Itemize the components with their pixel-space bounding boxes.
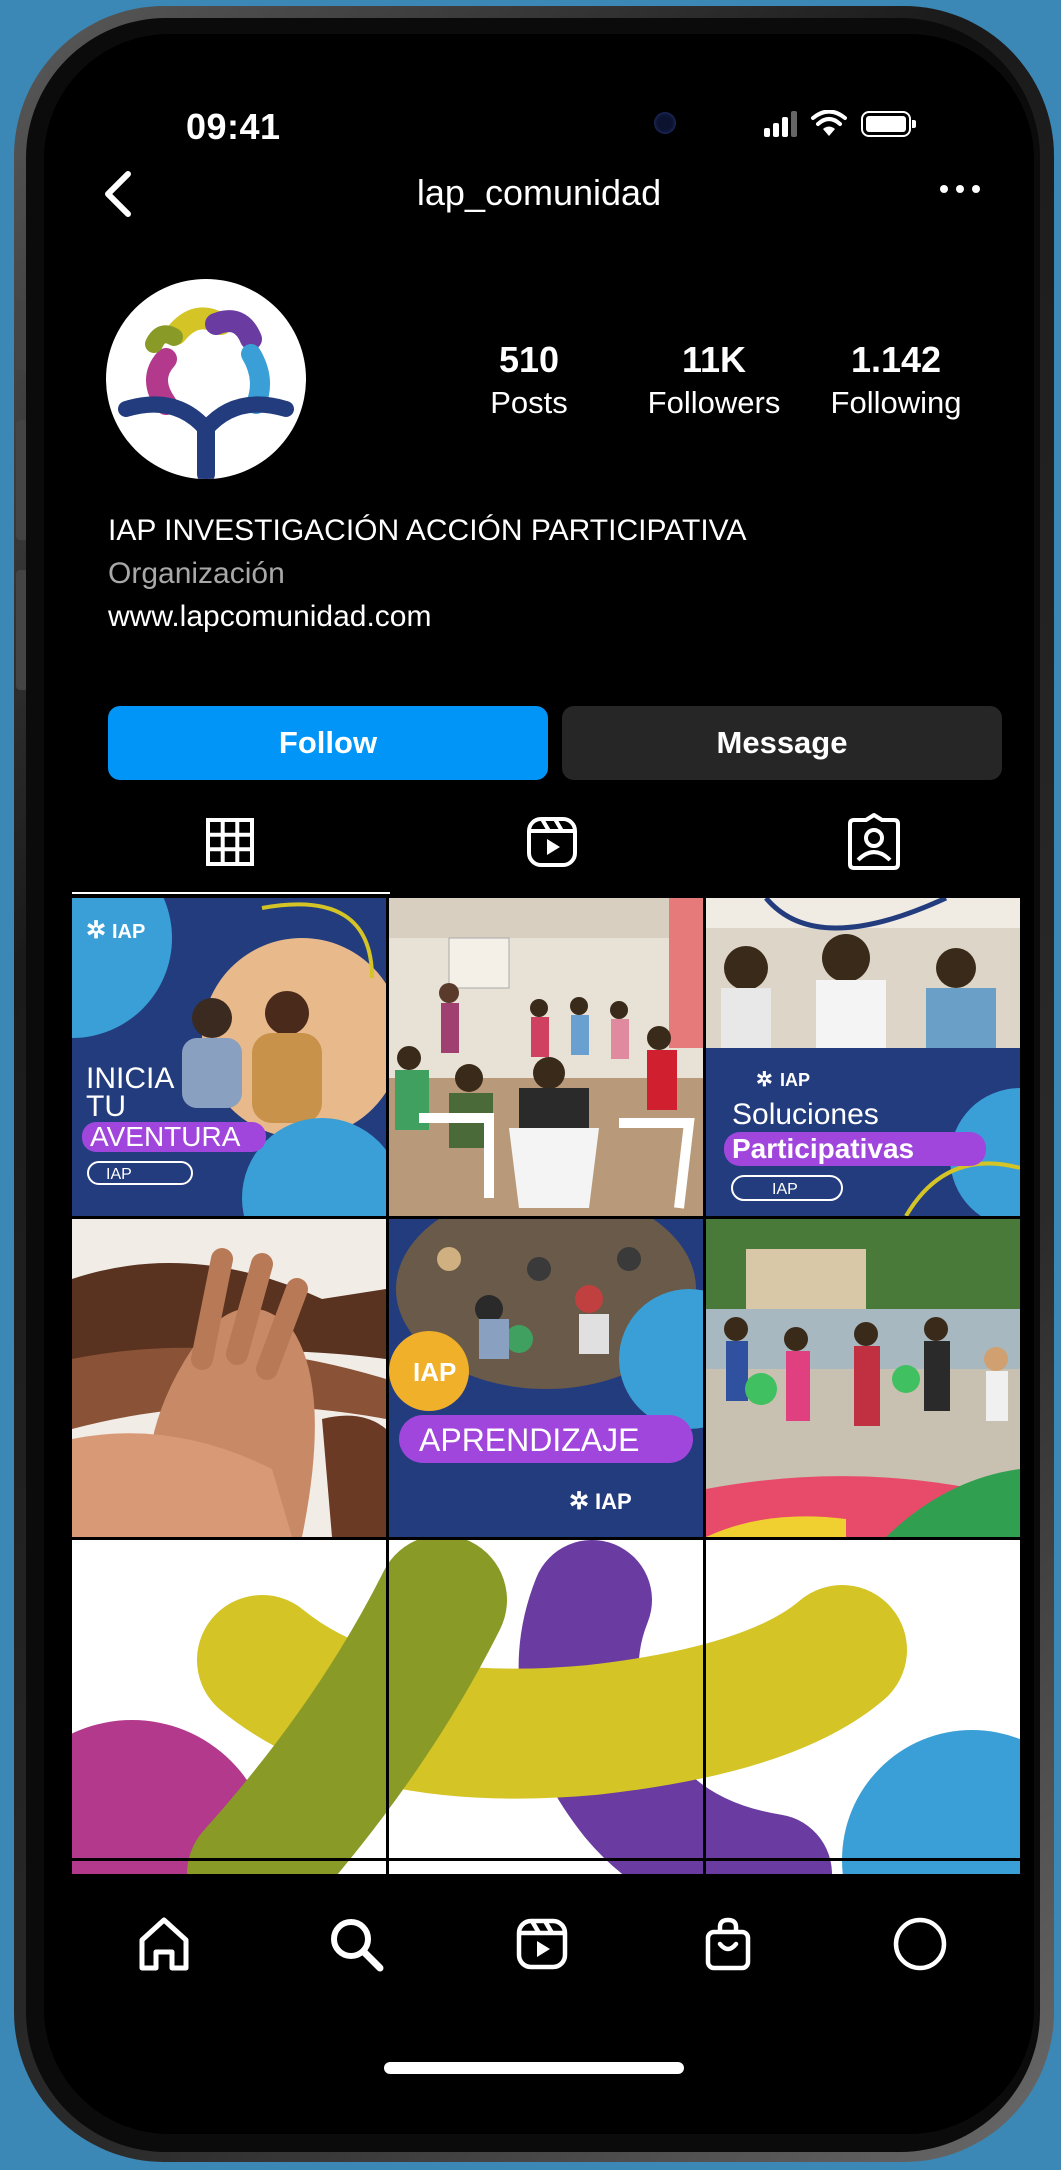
post-hands-together[interactable] — [72, 1219, 386, 1537]
stat-posts-value: 510 — [498, 339, 560, 380]
stat-posts[interactable]: 510 Posts — [449, 339, 609, 421]
posts-grid: ✲ IAP INICIA TU AVENTURA IAP ✲ IAP Soluc… — [72, 898, 1020, 1874]
home-indicator[interactable] — [384, 2062, 684, 2074]
stat-following-value: 1.142 — [850, 339, 942, 380]
post-community-event[interactable] — [706, 1219, 1020, 1537]
bottom-nav — [44, 1890, 1034, 2000]
active-tab-indicator — [72, 892, 390, 894]
screen: 09:41 lap_comunidad 510 Posts 11K Follow… — [44, 34, 1034, 2134]
post-5-graphic: IAP APRENDIZAJE ✲ IAP — [389, 1219, 703, 1537]
post-inicia-tu-aventura[interactable]: ✲ IAP INICIA TU AVENTURA IAP — [72, 898, 386, 1216]
post-1-logo-text: IAP — [112, 921, 145, 943]
post-3-badge: IAP — [772, 1181, 798, 1198]
more-options-icon[interactable] — [930, 164, 990, 214]
post-6-photo — [706, 1219, 1020, 1537]
profile-website-link[interactable]: www.lapcomunidad.com — [108, 600, 431, 634]
post-3-graphic: ✲ IAP Soluciones Participativas IAP — [706, 898, 1020, 1216]
grid-divider — [72, 1858, 1020, 1861]
post-1-graphic: ✲ IAP INICIA TU AVENTURA IAP — [72, 898, 386, 1216]
profile-avatar[interactable] — [106, 279, 306, 479]
post-2-photo — [389, 898, 703, 1216]
header-username: lap_comunidad — [416, 172, 662, 213]
profile-name: IAP INVESTIGACIÓN ACCIÓN PARTICIPATIVA — [108, 514, 747, 547]
stat-followers[interactable]: 11K Followers — [612, 339, 816, 421]
post-4-photo — [72, 1219, 386, 1537]
home-icon[interactable] — [134, 1914, 194, 1974]
post-1-line3: AVENTURA — [90, 1121, 241, 1152]
grid-icon[interactable] — [200, 812, 260, 872]
shop-icon[interactable] — [698, 1914, 758, 1974]
post-1-badge: IAP — [106, 1166, 132, 1183]
post-3-line2: Participativas — [732, 1133, 914, 1164]
status-icons — [764, 110, 916, 138]
battery-icon — [861, 111, 916, 137]
post-5-logo-text: IAP — [595, 1489, 632, 1514]
message-button[interactable]: Message — [562, 706, 1002, 780]
stat-followers-label: Followers — [647, 385, 781, 420]
post-soluciones-participativas[interactable]: ✲ IAP Soluciones Participativas IAP — [706, 898, 1020, 1216]
post-logo-part-1[interactable] — [72, 1540, 386, 1858]
reels-icon[interactable] — [522, 812, 582, 872]
post-logo-part-3[interactable] — [706, 1540, 1020, 1858]
svg-text:✲: ✲ — [569, 1488, 589, 1515]
post-logo-part-2[interactable] — [389, 1540, 703, 1858]
post-3-logo-text: IAP — [780, 1070, 810, 1090]
profile-icon[interactable] — [890, 1914, 950, 1974]
reels-nav-icon[interactable] — [512, 1914, 572, 1974]
post-community-meeting[interactable] — [389, 898, 703, 1216]
signal-icon — [764, 111, 797, 137]
svg-text:✲: ✲ — [86, 917, 106, 944]
svg-text:✲: ✲ — [756, 1069, 773, 1091]
post-3-line1: Soluciones — [732, 1098, 879, 1131]
follow-button[interactable]: Follow — [108, 706, 548, 780]
post-5-banner: APRENDIZAJE — [419, 1422, 639, 1458]
wifi-icon — [811, 110, 847, 136]
front-camera — [654, 112, 676, 134]
post-1-line2: TU — [86, 1090, 126, 1123]
post-5-badge: IAP — [413, 1357, 456, 1387]
search-icon[interactable] — [326, 1914, 386, 1974]
stat-following-label: Following — [830, 385, 962, 420]
profile-category: Organización — [108, 557, 285, 590]
post-aprendizaje[interactable]: IAP APRENDIZAJE ✲ IAP — [389, 1219, 703, 1537]
tagged-icon[interactable] — [844, 812, 904, 872]
stat-following[interactable]: 1.142 Following — [804, 339, 988, 421]
stat-followers-value: 11K — [681, 339, 747, 380]
iap-logo-icon — [118, 307, 294, 479]
stat-posts-label: Posts — [490, 385, 568, 420]
status-time: 09:41 — [186, 106, 281, 147]
